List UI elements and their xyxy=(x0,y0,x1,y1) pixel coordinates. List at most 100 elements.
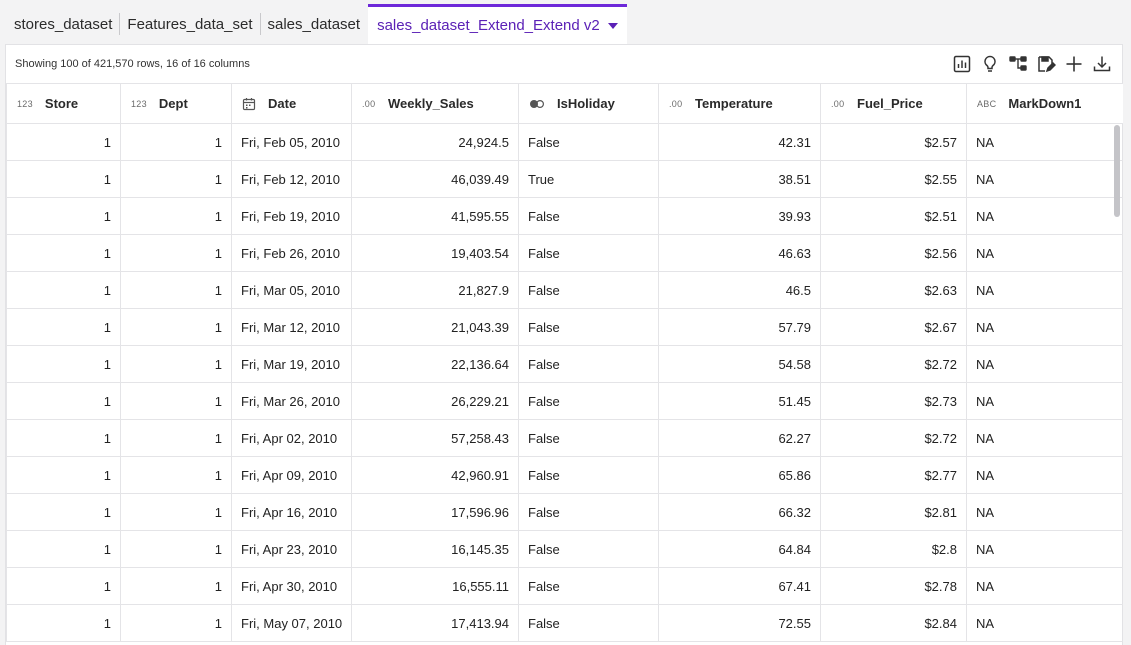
cell-dept[interactable]: 1 xyxy=(120,271,232,309)
cell-weekly-sales[interactable]: 17,413.94 xyxy=(351,604,519,642)
cell-date[interactable]: Fri, Apr 16, 2010 xyxy=(231,493,352,531)
table-row[interactable]: 1 1 Fri, May 07, 2010 17,413.94 False 72.55 $2… xyxy=(6,604,1123,642)
cell-weekly-sales[interactable]: 46,039.49 xyxy=(351,160,519,198)
cell-date[interactable]: Fri, Mar 05, 2010 xyxy=(231,271,352,309)
cell-fuel-price[interactable]: $2.84 xyxy=(820,604,967,642)
cell-fuel-price[interactable]: $2.51 xyxy=(820,197,967,235)
cell-store[interactable]: 1 xyxy=(6,234,121,272)
cell-dept[interactable]: 1 xyxy=(120,197,232,235)
cell-date[interactable]: Fri, Apr 02, 2010 xyxy=(231,419,352,457)
cell-isholiday[interactable]: False xyxy=(518,530,659,568)
cell-markdown1[interactable]: NA xyxy=(966,382,1123,420)
cell-markdown1[interactable]: NA xyxy=(966,604,1123,642)
column-header-fuel-price[interactable]: .00 Fuel_Price xyxy=(820,83,967,124)
cell-dept[interactable]: 1 xyxy=(120,567,232,605)
cell-date[interactable]: Fri, May 07, 2010 xyxy=(231,604,352,642)
cell-dept[interactable]: 1 xyxy=(120,493,232,531)
chart-icon[interactable] xyxy=(950,52,974,76)
cell-markdown1[interactable]: NA xyxy=(966,234,1123,272)
cell-date[interactable]: Fri, Mar 12, 2010 xyxy=(231,308,352,346)
cell-isholiday[interactable]: False xyxy=(518,567,659,605)
cell-store[interactable]: 1 xyxy=(6,419,121,457)
table-row[interactable]: 1 1 Fri, Apr 16, 2010 17,596.96 False 66.32 $2… xyxy=(6,493,1123,531)
tab-sales-dataset-extend-v2[interactable]: sales_dataset_Extend_Extend v2 xyxy=(368,4,627,44)
cell-fuel-price[interactable]: $2.55 xyxy=(820,160,967,198)
cell-markdown1[interactable]: NA xyxy=(966,197,1123,235)
cell-isholiday[interactable]: True xyxy=(518,160,659,198)
cell-weekly-sales[interactable]: 26,229.21 xyxy=(351,382,519,420)
column-header-date[interactable]: Date xyxy=(231,83,352,124)
cell-store[interactable]: 1 xyxy=(6,271,121,309)
cell-isholiday[interactable]: False xyxy=(518,345,659,383)
cell-temperature[interactable]: 64.84 xyxy=(658,530,821,568)
cell-dept[interactable]: 1 xyxy=(120,160,232,198)
cell-date[interactable]: Fri, Mar 19, 2010 xyxy=(231,345,352,383)
table-row[interactable]: 1 1 Fri, Mar 26, 2010 26,229.21 False 51.45 $2… xyxy=(6,382,1123,420)
cell-markdown1[interactable]: NA xyxy=(966,456,1123,494)
cell-temperature[interactable]: 54.58 xyxy=(658,345,821,383)
table-row[interactable]: 1 1 Fri, Feb 26, 2010 19,403.54 False 46.63 $2… xyxy=(6,234,1123,272)
cell-weekly-sales[interactable]: 57,258.43 xyxy=(351,419,519,457)
cell-fuel-price[interactable]: $2.57 xyxy=(820,123,967,161)
cell-store[interactable]: 1 xyxy=(6,456,121,494)
cell-isholiday[interactable]: False xyxy=(518,456,659,494)
cell-weekly-sales[interactable]: 24,924.5 xyxy=(351,123,519,161)
cell-weekly-sales[interactable]: 42,960.91 xyxy=(351,456,519,494)
cell-fuel-price[interactable]: $2.73 xyxy=(820,382,967,420)
table-row[interactable]: 1 1 Fri, Mar 19, 2010 22,136.64 False 54.58 $2… xyxy=(6,345,1123,383)
table-row[interactable]: 1 1 Fri, Apr 30, 2010 16,555.11 False 67.41 $2… xyxy=(6,567,1123,605)
table-row[interactable]: 1 1 Fri, Feb 19, 2010 41,595.55 False 39.93 $2… xyxy=(6,197,1123,235)
cell-dept[interactable]: 1 xyxy=(120,234,232,272)
cell-store[interactable]: 1 xyxy=(6,493,121,531)
cell-store[interactable]: 1 xyxy=(6,308,121,346)
cell-dept[interactable]: 1 xyxy=(120,456,232,494)
cell-weekly-sales[interactable]: 21,043.39 xyxy=(351,308,519,346)
cell-temperature[interactable]: 46.63 xyxy=(658,234,821,272)
cell-fuel-price[interactable]: $2.63 xyxy=(820,271,967,309)
cell-weekly-sales[interactable]: 19,403.54 xyxy=(351,234,519,272)
cell-weekly-sales[interactable]: 21,827.9 xyxy=(351,271,519,309)
cell-isholiday[interactable]: False xyxy=(518,493,659,531)
cell-fuel-price[interactable]: $2.8 xyxy=(820,530,967,568)
cell-date[interactable]: Fri, Feb 26, 2010 xyxy=(231,234,352,272)
cell-dept[interactable]: 1 xyxy=(120,419,232,457)
cell-store[interactable]: 1 xyxy=(6,160,121,198)
table-row[interactable]: 1 1 Fri, Feb 12, 2010 46,039.49 True 38.51 $2.… xyxy=(6,160,1123,198)
download-icon[interactable] xyxy=(1090,52,1114,76)
table-row[interactable]: 1 1 Fri, Feb 05, 2010 24,924.5 False 42.31 $2.… xyxy=(6,123,1123,161)
column-header-markdown1[interactable]: ABC MarkDown1 xyxy=(966,83,1123,124)
cell-fuel-price[interactable]: $2.72 xyxy=(820,345,967,383)
cell-store[interactable]: 1 xyxy=(6,530,121,568)
cell-fuel-price[interactable]: $2.67 xyxy=(820,308,967,346)
cell-weekly-sales[interactable]: 16,555.11 xyxy=(351,567,519,605)
cell-weekly-sales[interactable]: 17,596.96 xyxy=(351,493,519,531)
cell-dept[interactable]: 1 xyxy=(120,382,232,420)
cell-weekly-sales[interactable]: 22,136.64 xyxy=(351,345,519,383)
cell-isholiday[interactable]: False xyxy=(518,308,659,346)
cell-fuel-price[interactable]: $2.77 xyxy=(820,456,967,494)
cell-markdown1[interactable]: NA xyxy=(966,567,1123,605)
table-row[interactable]: 1 1 Fri, Apr 23, 2010 16,145.35 False 64.84 $2… xyxy=(6,530,1123,568)
cell-fuel-price[interactable]: $2.72 xyxy=(820,419,967,457)
table-row[interactable]: 1 1 Fri, Mar 05, 2010 21,827.9 False 46.5 $2.6… xyxy=(6,271,1123,309)
cell-temperature[interactable]: 65.86 xyxy=(658,456,821,494)
cell-dept[interactable]: 1 xyxy=(120,604,232,642)
cell-markdown1[interactable]: NA xyxy=(966,419,1123,457)
cell-temperature[interactable]: 51.45 xyxy=(658,382,821,420)
tab-features-data-set[interactable]: Features_data_set xyxy=(120,4,259,44)
cell-date[interactable]: Fri, Apr 23, 2010 xyxy=(231,530,352,568)
cell-isholiday[interactable]: False xyxy=(518,234,659,272)
cell-markdown1[interactable]: NA xyxy=(966,160,1123,198)
table-row[interactable]: 1 1 Fri, Apr 02, 2010 57,258.43 False 62.27 $2… xyxy=(6,419,1123,457)
cell-weekly-sales[interactable]: 16,145.35 xyxy=(351,530,519,568)
cell-store[interactable]: 1 xyxy=(6,123,121,161)
table-row[interactable]: 1 1 Fri, Apr 09, 2010 42,960.91 False 65.86 $2… xyxy=(6,456,1123,494)
chevron-down-icon[interactable] xyxy=(607,23,618,29)
cell-temperature[interactable]: 67.41 xyxy=(658,567,821,605)
column-header-isholiday[interactable]: IsHoliday xyxy=(518,83,659,124)
cell-isholiday[interactable]: False xyxy=(518,123,659,161)
vertical-scrollbar[interactable] xyxy=(1114,125,1120,217)
cell-temperature[interactable]: 39.93 xyxy=(658,197,821,235)
cell-markdown1[interactable]: NA xyxy=(966,530,1123,568)
cell-isholiday[interactable]: False xyxy=(518,382,659,420)
